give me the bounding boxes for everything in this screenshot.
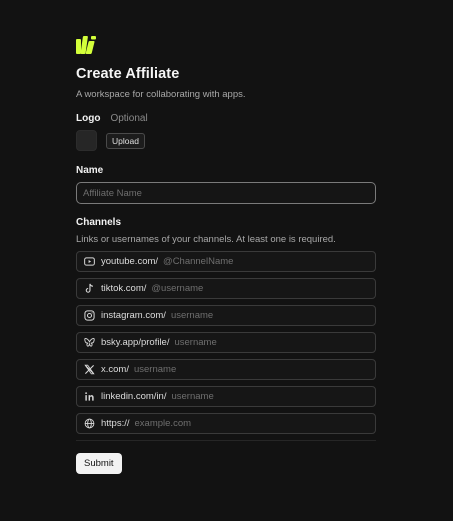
page-title: Create Affiliate [76,66,180,82]
x-icon [84,364,95,375]
affiliate-name-input[interactable] [76,182,376,204]
tiktok-input[interactable] [151,279,375,298]
linkedin-icon [84,391,95,402]
instagram-icon [84,310,95,321]
bluesky-input[interactable] [174,333,375,352]
globe-icon [84,418,95,429]
channel-website[interactable]: https:// [76,413,376,434]
page-subtitle: A workspace for collaborating with apps. [76,89,246,100]
channel-prefix: https:// [101,418,130,429]
logo-optional-label: Optional [110,113,148,124]
channel-tiktok[interactable]: tiktok.com/ [76,278,376,299]
youtube-icon [84,256,95,267]
website-input[interactable] [134,414,375,433]
channel-list: youtube.com/ tiktok.com/ instagram.com/ … [76,251,376,434]
channel-prefix: bsky.app/profile/ [101,337,170,348]
x-input[interactable] [133,360,375,379]
logo-preview [76,130,97,151]
channel-instagram[interactable]: instagram.com/ [76,305,376,326]
upload-button[interactable]: Upload [106,132,145,149]
divider [76,440,376,441]
channel-linkedin[interactable]: linkedin.com/in/ [76,386,376,407]
app-logo-icon [76,36,96,54]
logo-upload-row: Upload [76,130,376,151]
channel-youtube[interactable]: youtube.com/ [76,251,376,272]
channel-prefix: linkedin.com/in/ [101,391,167,402]
channels-label: Channels [76,217,122,228]
channels-description: Links or usernames of your channels. At … [76,234,336,245]
logo-field-header: Logo Optional [76,113,376,124]
logo-label: Logo [76,113,101,124]
channel-prefix: x.com/ [101,364,129,375]
name-label: Name [76,165,104,176]
linkedin-input[interactable] [171,387,375,406]
channel-prefix: instagram.com/ [101,310,166,321]
youtube-input[interactable] [163,252,375,271]
channel-prefix: tiktok.com/ [101,283,147,294]
channel-bluesky[interactable]: bsky.app/profile/ [76,332,376,353]
tiktok-icon [84,283,95,294]
submit-button[interactable]: Submit [76,453,122,474]
channel-prefix: youtube.com/ [101,256,159,267]
channel-x[interactable]: x.com/ [76,359,376,380]
create-affiliate-form: Create Affiliate A workspace for collabo… [76,36,376,474]
instagram-input[interactable] [170,306,375,325]
bluesky-icon [84,337,95,348]
